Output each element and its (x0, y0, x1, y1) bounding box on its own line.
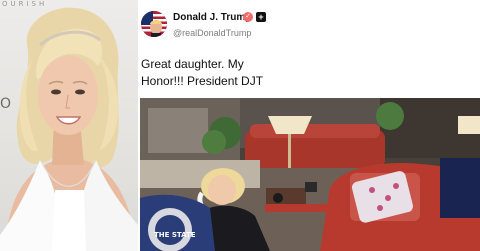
author-avatar[interactable] (141, 11, 167, 37)
author-name[interactable]: Donald J. Trump (173, 12, 251, 23)
left-photo: OURISH O (0, 0, 138, 251)
plus-icon[interactable]: + (256, 12, 266, 22)
post-text-line-2: Honor!!! President DJT (141, 74, 264, 88)
social-post: Donald J. Trump ✓ + @realDonaldTrump Gre… (140, 0, 480, 251)
post-image[interactable]: THE STATE (140, 98, 480, 251)
pillow-text: THE STATE (154, 231, 196, 239)
post-text-line-1: Great daughter. My (141, 57, 244, 71)
post-text: Great daughter. My Honor!!! President DJ… (141, 56, 341, 90)
verified-badge-icon: ✓ (243, 12, 253, 22)
flag-avatar-icon (141, 11, 167, 37)
author-handle[interactable]: @realDonaldTrump (173, 28, 251, 38)
post-photo: THE STATE (140, 98, 480, 251)
woman-portrait (0, 7, 138, 251)
